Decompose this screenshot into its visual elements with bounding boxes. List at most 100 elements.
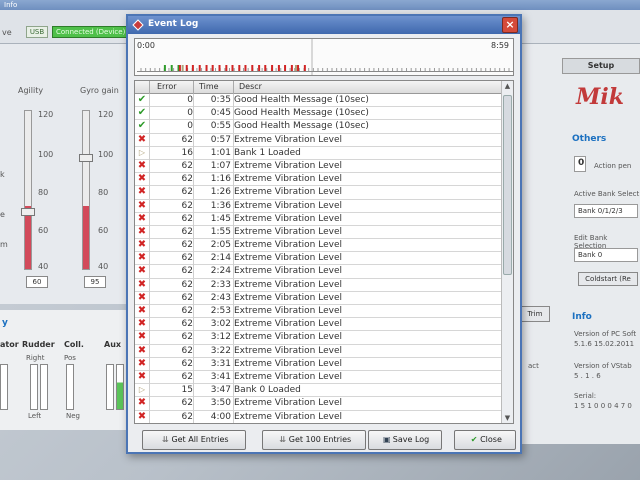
gyro-gain-value[interactable]: 95 xyxy=(84,276,106,288)
table-row[interactable]: ✖ 62 2:05 Extreme Vibration Level xyxy=(135,239,503,253)
cell-descr: Extreme Vibration Level xyxy=(234,253,342,264)
table-row[interactable]: ✖ 62 1:55 Extreme Vibration Level xyxy=(135,225,503,240)
coldstart-button[interactable]: Coldstart (Re xyxy=(578,272,638,286)
timeline-event-marker xyxy=(191,65,194,71)
cell-time: 1:26 xyxy=(210,187,231,198)
table-row[interactable]: ✖ 62 1:36 Extreme Vibration Level xyxy=(135,199,503,213)
cell-descr: Extreme Vibration Level xyxy=(234,266,342,277)
active-bank-select[interactable]: Bank 0/1/2/3 xyxy=(574,204,638,218)
table-row[interactable]: ✖ 62 1:16 Extreme Vibration Level xyxy=(135,173,503,187)
table-row[interactable]: ✖ 62 4:00 Extreme Vibration Level xyxy=(135,410,503,423)
table-row[interactable]: ▷ 15 3:47 Bank 0 Loaded xyxy=(135,384,503,398)
check-icon: ✔ xyxy=(137,107,147,119)
table-row[interactable]: ✖ 62 2:53 Extreme Vibration Level xyxy=(135,305,503,319)
cell-error: 62 xyxy=(181,174,193,185)
column-descr[interactable]: Descr xyxy=(239,82,262,91)
table-row[interactable]: ✖ 62 3:31 Extreme Vibration Level xyxy=(135,357,503,371)
vertical-scrollbar[interactable]: ▲ ▼ xyxy=(501,81,513,423)
agility-label: Agility xyxy=(18,86,44,95)
cell-descr: Extreme Vibration Level xyxy=(234,332,342,343)
column-time[interactable]: Time xyxy=(199,82,219,91)
table-row[interactable]: ✖ 62 3:22 Extreme Vibration Level xyxy=(135,344,503,358)
cell-time: 2:14 xyxy=(210,253,231,264)
cell-error: 62 xyxy=(181,240,193,251)
gyro-tick: 60 xyxy=(98,226,109,235)
cell-time: 0:57 xyxy=(210,134,231,145)
timeline-event-marker xyxy=(284,65,287,71)
error-icon: ✖ xyxy=(137,370,147,382)
table-row[interactable]: ✖ 62 2:43 Extreme Vibration Level xyxy=(135,291,503,305)
get-all-entries-button[interactable]: ⇊ Get All Entries xyxy=(142,430,246,450)
save-icon: ▣ xyxy=(382,435,391,444)
vstab-version-value: 5 . 1 . 6 xyxy=(574,372,601,380)
rudder-left-label: Left xyxy=(28,412,42,420)
close-icon[interactable]: × xyxy=(502,17,518,33)
column-error[interactable]: Error xyxy=(157,82,177,91)
scroll-down-icon[interactable]: ▼ xyxy=(502,413,513,423)
agility-value[interactable]: 60 xyxy=(26,276,48,288)
table-row[interactable]: ✖ 62 3:41 Extreme Vibration Level xyxy=(135,370,503,385)
table-row[interactable]: ✔ 0 0:35 Good Health Message (10sec) xyxy=(135,94,503,108)
brand-logo: Mik xyxy=(576,84,624,110)
toolbar-text: ve xyxy=(2,28,12,37)
timeline-event-marker xyxy=(211,65,214,71)
cell-descr: Extreme Vibration Level xyxy=(234,279,342,290)
table-row[interactable]: ✖ 62 0:57 Extreme Vibration Level xyxy=(135,133,503,147)
cell-time: 0:55 xyxy=(210,121,231,132)
table-row[interactable]: ✖ 62 3:12 Extreme Vibration Level xyxy=(135,331,503,345)
agility-slider[interactable] xyxy=(24,110,32,270)
close-label: Close xyxy=(480,435,502,444)
cell-error: 16 xyxy=(181,147,193,158)
cell-descr: Extreme Vibration Level xyxy=(234,160,342,171)
scrollbar-thumb[interactable] xyxy=(503,95,512,275)
cell-error: 62 xyxy=(181,187,193,198)
table-row[interactable]: ✔ 0 0:55 Good Health Message (10sec) xyxy=(135,120,503,134)
cell-descr: Bank 0 Loaded xyxy=(234,385,301,396)
trim-button[interactable]: Trim xyxy=(520,306,550,322)
side-label: k xyxy=(0,170,5,179)
collective-label: Coll. xyxy=(64,340,84,349)
gyro-gain-slider[interactable] xyxy=(82,110,90,270)
main-window-titlebar: Info xyxy=(0,0,640,10)
table-row[interactable]: ✖ 62 1:26 Extreme Vibration Level xyxy=(135,186,503,200)
tab-setup[interactable]: Setup xyxy=(562,58,640,74)
cell-time: 1:55 xyxy=(210,226,231,237)
save-log-button[interactable]: ▣ Save Log xyxy=(368,430,442,450)
scroll-up-icon[interactable]: ▲ xyxy=(502,81,513,91)
timeline-event-marker xyxy=(198,65,201,71)
table-row[interactable]: ▷ 16 1:01 Bank 1 Loaded xyxy=(135,146,503,160)
table-row[interactable]: ✖ 62 3:02 Extreme Vibration Level xyxy=(135,318,503,332)
timeline-event-marker xyxy=(264,65,267,71)
edit-bank-select[interactable]: Bank 0 xyxy=(574,248,638,262)
table-row[interactable]: ✔ 0 0:45 Good Health Message (10sec) xyxy=(135,107,503,121)
agility-slider-thumb[interactable] xyxy=(21,208,35,216)
agility-tick: 120 xyxy=(38,110,54,119)
cell-time: 3:22 xyxy=(210,345,231,356)
dialog-titlebar[interactable]: Event Log × xyxy=(128,16,520,34)
close-button[interactable]: ✔ Close xyxy=(454,430,516,450)
table-row[interactable]: ✖ 62 1:07 Extreme Vibration Level xyxy=(135,159,503,174)
cell-time: 1:07 xyxy=(210,160,231,171)
timeline-event-marker xyxy=(244,65,247,71)
gyro-gain-slider-thumb[interactable] xyxy=(79,154,93,162)
download-icon: ⇊ xyxy=(279,435,287,444)
serial-value: 1 5 1 0 0 0 4 7 0 xyxy=(574,402,632,410)
timeline-event-marker xyxy=(231,65,234,71)
error-icon: ✖ xyxy=(137,239,147,251)
cell-descr: Good Health Message (10sec) xyxy=(234,95,369,105)
cell-time: 2:33 xyxy=(210,279,231,290)
table-row[interactable]: ✖ 62 3:50 Extreme Vibration Level xyxy=(135,397,503,411)
action-value[interactable]: 0 xyxy=(574,156,586,172)
cell-descr: Bank 1 Loaded xyxy=(234,147,301,158)
get-100-entries-button[interactable]: ⇊ Get 100 Entries xyxy=(262,430,366,450)
cell-error: 62 xyxy=(181,279,193,290)
table-row[interactable]: ✖ 62 2:24 Extreme Vibration Level xyxy=(135,265,503,279)
agility-tick: 60 xyxy=(38,226,49,235)
table-row[interactable]: ✖ 62 1:45 Extreme Vibration Level xyxy=(135,212,503,226)
rudder-right-label: Right xyxy=(26,354,45,362)
event-timeline[interactable]: 0:00 8:59 xyxy=(134,38,514,76)
table-row[interactable]: ✖ 62 2:33 Extreme Vibration Level xyxy=(135,278,503,292)
rudder-bar-right xyxy=(40,364,48,410)
table-row[interactable]: ✖ 62 2:14 Extreme Vibration Level xyxy=(135,252,503,266)
cell-time: 4:00 xyxy=(210,411,231,422)
